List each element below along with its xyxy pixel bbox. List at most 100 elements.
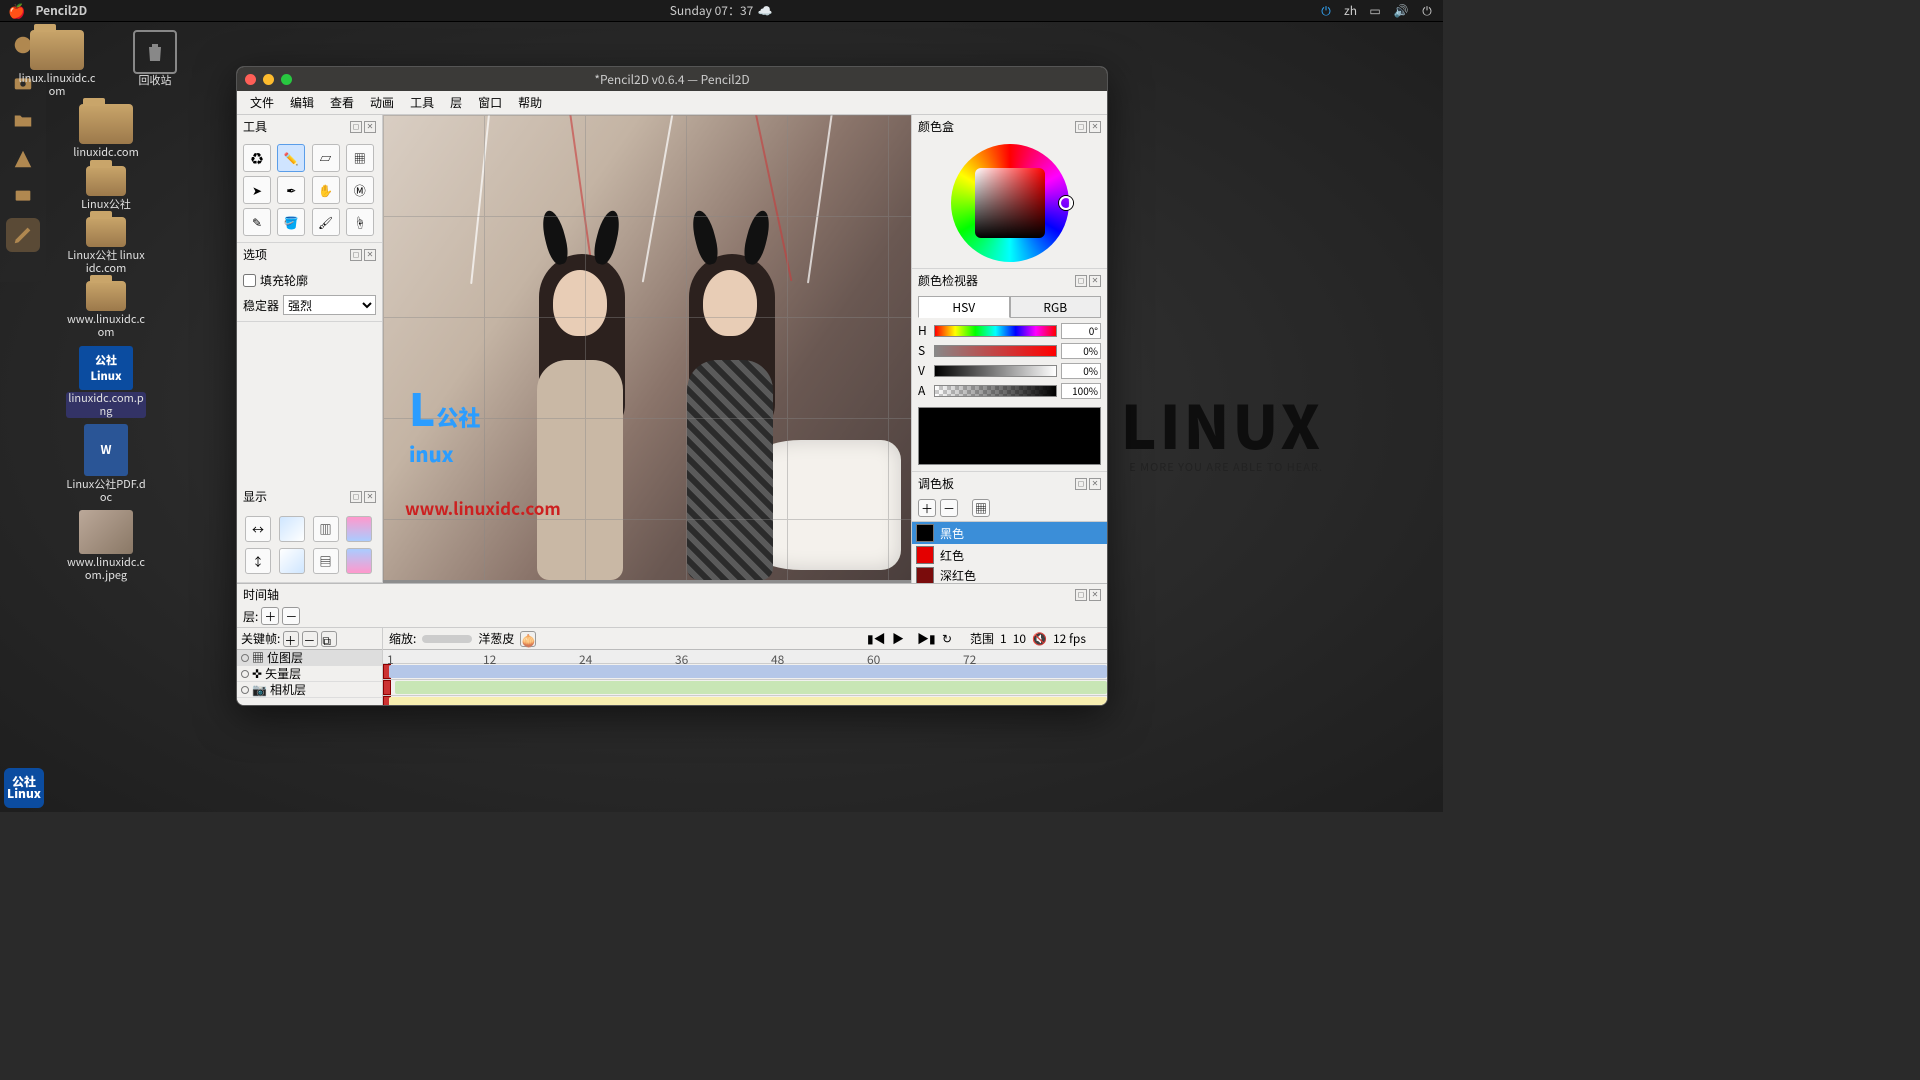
desktop-image-png[interactable]: 公社Linuxlinuxidc.com.png xyxy=(66,346,146,418)
onion-prev-button[interactable] xyxy=(279,516,305,542)
desktop-doc[interactable]: WLinux公社PDF.doc xyxy=(66,424,146,504)
overlay-b-button[interactable] xyxy=(346,548,372,574)
window-maximize-button[interactable] xyxy=(281,74,292,85)
panel-undock-icon[interactable]: ◻ xyxy=(350,121,362,133)
panel-undock-icon[interactable]: ◻ xyxy=(350,491,362,503)
panel-close-icon[interactable]: ✕ xyxy=(1089,478,1101,490)
key-remove-button[interactable]: － xyxy=(302,631,318,647)
dock-files-icon[interactable] xyxy=(6,104,40,138)
fps-spin[interactable]: 12 fps xyxy=(1053,630,1101,647)
panel-close-icon[interactable]: ✕ xyxy=(1089,275,1101,287)
palette-item[interactable]: 黑色 xyxy=(912,522,1107,544)
timeline-ruler[interactable]: 1122436486072 xyxy=(383,650,1107,664)
sat-slider[interactable] xyxy=(934,345,1057,357)
palette-remove-button[interactable]: － xyxy=(940,499,958,517)
alpha-slider[interactable] xyxy=(934,385,1057,397)
apple-menu-icon[interactable]: 🍎 xyxy=(8,1,25,21)
menu-help[interactable]: 帮助 xyxy=(511,92,549,113)
window-titlebar[interactable]: *Pencil2D v0.6.4 — Pencil2D xyxy=(237,67,1107,91)
tool-pen[interactable]: ✒ xyxy=(277,176,305,204)
fill-contour-checkbox[interactable]: 填充轮廓 xyxy=(243,272,376,289)
panel-close-icon[interactable]: ✕ xyxy=(1089,589,1101,601)
layer-add-button[interactable]: ＋ xyxy=(261,607,279,625)
sound-toggle[interactable]: 🔇 xyxy=(1032,630,1047,647)
transport-first[interactable]: ▮◀ xyxy=(867,630,889,647)
palette-add-button[interactable]: ＋ xyxy=(918,499,936,517)
menu-layer[interactable]: 层 xyxy=(443,92,469,113)
layer-remove-button[interactable]: － xyxy=(282,607,300,625)
screen-icon[interactable]: ▭ xyxy=(1367,3,1383,19)
tool-pointer[interactable]: ➤ xyxy=(243,176,271,204)
topbar-app-name[interactable]: Pencil2D xyxy=(35,2,87,19)
overlay-a-button[interactable] xyxy=(346,516,372,542)
tab-hsv[interactable]: HSV xyxy=(918,296,1010,318)
color-wheel[interactable] xyxy=(951,144,1069,262)
volume-icon[interactable]: 🔊 xyxy=(1393,3,1409,19)
dock-tools-icon[interactable] xyxy=(6,142,40,176)
panel-close-icon[interactable]: ✕ xyxy=(364,249,376,261)
mirror-h-button[interactable]: ↔ xyxy=(245,516,271,542)
window-close-button[interactable] xyxy=(245,74,256,85)
tool-move[interactable]: Ⓜ xyxy=(346,176,374,204)
track-vector[interactable] xyxy=(383,680,1107,696)
desktop-folder[interactable]: linux.linuxidc.com xyxy=(17,30,97,98)
panel-undock-icon[interactable]: ◻ xyxy=(1075,478,1087,490)
desktop-folder[interactable]: Linux公社 linuxidc.com xyxy=(66,217,146,275)
canvas-area[interactable]: L公社 inux www.linuxidc.com xyxy=(383,115,911,583)
tool-bucket[interactable]: 🪣 xyxy=(277,208,305,236)
val-value[interactable]: 0% xyxy=(1061,363,1101,379)
key-dup-button[interactable]: ⧉ xyxy=(321,631,337,647)
grid2-button[interactable]: ▤ xyxy=(313,548,339,574)
layer-row-vector[interactable]: ✜ 矢量层 xyxy=(237,666,382,682)
key-add-button[interactable]: ＋ xyxy=(283,631,299,647)
panel-close-icon[interactable]: ✕ xyxy=(1089,121,1101,133)
transport-loop[interactable]: ↻ xyxy=(942,630,964,647)
layer-row-bitmap[interactable]: ▦ 位图层 xyxy=(237,650,382,666)
tab-rgb[interactable]: RGB xyxy=(1010,296,1102,318)
tool-smudge[interactable]: ☝ xyxy=(346,208,374,236)
menu-tools[interactable]: 工具 xyxy=(403,92,441,113)
grid-button[interactable]: ▥ xyxy=(313,516,339,542)
power-icon[interactable]: ⏻ xyxy=(1419,3,1435,19)
input-language[interactable]: zh xyxy=(1344,2,1357,19)
hue-slider[interactable] xyxy=(934,325,1057,337)
panel-undock-icon[interactable]: ◻ xyxy=(1075,121,1087,133)
panel-undock-icon[interactable]: ◻ xyxy=(1075,275,1087,287)
menu-animation[interactable]: 动画 xyxy=(363,92,401,113)
menu-window[interactable]: 窗口 xyxy=(471,92,509,113)
panel-close-icon[interactable]: ✕ xyxy=(364,121,376,133)
panel-undock-icon[interactable]: ◻ xyxy=(350,249,362,261)
stabilizer-select[interactable]: 强烈 xyxy=(283,295,376,315)
track-bitmap[interactable] xyxy=(383,664,1107,680)
transport-last[interactable]: ▶▮ xyxy=(917,630,939,647)
sat-value[interactable]: 0% xyxy=(1061,343,1101,359)
desktop-folder[interactable]: Linux公社 xyxy=(66,166,146,211)
hue-value[interactable]: 0° xyxy=(1061,323,1101,339)
window-minimize-button[interactable] xyxy=(263,74,274,85)
tool-brush[interactable]: 🖌 xyxy=(312,208,340,236)
layer-row-camera[interactable]: 📷 相机层 xyxy=(237,682,382,698)
dock-monitor-icon[interactable] xyxy=(6,180,40,214)
palette-grid-button[interactable]: ▦ xyxy=(972,499,990,517)
val-slider[interactable] xyxy=(934,365,1057,377)
track-camera[interactable] xyxy=(383,696,1107,706)
desktop-folder[interactable]: www.linuxidc.com xyxy=(66,281,146,339)
mirror-v-button[interactable]: ↕ xyxy=(245,548,271,574)
menu-edit[interactable]: 编辑 xyxy=(283,92,321,113)
menu-file[interactable]: 文件 xyxy=(243,92,281,113)
tool-polyline[interactable]: ✎ xyxy=(243,208,271,236)
transport-play[interactable]: ▶ xyxy=(892,630,914,647)
onion-next-button[interactable] xyxy=(279,548,305,574)
desktop-image-jpeg[interactable]: www.linuxidc.com.jpeg xyxy=(66,510,146,582)
desktop-trash[interactable]: 回收站 xyxy=(115,30,195,98)
tool-eraser[interactable]: ▱ xyxy=(312,144,340,172)
alpha-value[interactable]: 100% xyxy=(1061,383,1101,399)
panel-close-icon[interactable]: ✕ xyxy=(364,491,376,503)
tool-pencil[interactable]: ✏️ xyxy=(277,144,305,172)
panel-undock-icon[interactable]: ◻ xyxy=(1075,589,1087,601)
onion-toggle[interactable]: 🧅 xyxy=(520,631,536,647)
zoom-slider[interactable] xyxy=(422,635,472,643)
range-to[interactable]: 10 xyxy=(1013,630,1026,647)
network-icon[interactable]: ⏻ xyxy=(1318,3,1334,19)
range-from[interactable]: 1 xyxy=(1000,630,1007,647)
